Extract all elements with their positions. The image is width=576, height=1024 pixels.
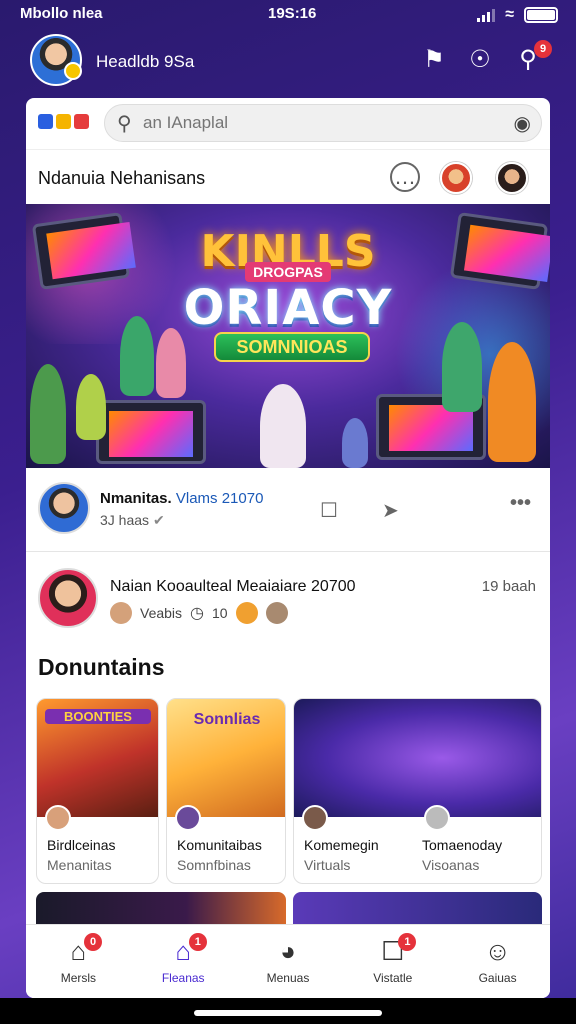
tile-image: Sonnlias <box>167 699 285 817</box>
friend-avatar[interactable] <box>496 162 528 194</box>
avatar <box>302 805 328 831</box>
section-title: Donuntains <box>38 654 165 680</box>
post-time: 19 baah <box>481 578 536 595</box>
clock-icon: ◷ <box>190 605 205 622</box>
person-figure <box>488 342 536 462</box>
tile-peek[interactable] <box>36 892 286 924</box>
tile-peek[interactable] <box>293 892 542 924</box>
banner-subtitle: DROGPAS <box>26 262 550 282</box>
community-tile[interactable]: BOONTIES Birdlceinas Menanitas <box>36 698 159 884</box>
avatar[interactable] <box>38 482 90 534</box>
post-author: Naian Kooaulteal Meaiaiare 20700 <box>110 578 356 595</box>
banner-badge: SOMNNIOAS <box>214 332 370 362</box>
post-author: Nmanitas. Vlams 21070 <box>100 490 264 507</box>
tile-subtitle: Menanitas <box>47 857 112 873</box>
top-bar: Headldb 9Sa ⚑ ☉ ⚲ 9 <box>0 30 576 92</box>
nav-item-feed[interactable]: ⌂ Fleanas 1 <box>131 925 236 998</box>
camera-icon[interactable]: ◉ <box>514 111 531 136</box>
chat-icon[interactable]: … <box>390 162 420 192</box>
status-bar: Mbollo nlea 19S:16 ≈ <box>0 0 576 28</box>
chat-icon: ☐ <box>381 936 405 966</box>
tile-title: Tomaenoday <box>422 837 503 853</box>
wifi-icon: ≈ <box>505 6 514 23</box>
tile-subtitle: Virtuals <box>304 857 351 873</box>
battery-icon <box>524 7 558 23</box>
home-icon: ⌂ <box>70 936 87 966</box>
nav-badge: 0 <box>84 933 102 951</box>
tile-image <box>294 699 541 817</box>
house-icon: ⌂ <box>175 936 192 966</box>
avatar[interactable] <box>30 34 82 86</box>
flag-icon[interactable]: ⚑ <box>420 46 448 74</box>
avatar <box>424 805 450 831</box>
post-meta-row: Veabis ◷ 10 <box>110 602 288 624</box>
carrier-text: Mbollo nlea <box>20 5 103 22</box>
post-item[interactable]: Nmanitas. Vlams 21070 3J haas ✔ ☐ ➤ ••• <box>26 468 550 552</box>
compass-icon[interactable]: ☉ <box>466 46 494 74</box>
search-icon: ⚲ <box>117 113 132 135</box>
signal-icon <box>477 8 496 22</box>
home-indicator-bar <box>0 998 576 1024</box>
community-tile[interactable]: Sonnlias Komunitaibas Somnfbinas <box>166 698 286 884</box>
home-indicator[interactable] <box>194 1010 382 1016</box>
nav-item-chat[interactable]: ☐ Vistatle 1 <box>340 925 445 998</box>
feed-header: Ndanuia Nehanisans … <box>26 154 550 202</box>
tile-title: Komemegin <box>304 837 379 853</box>
clock: 19S:16 <box>268 5 317 22</box>
search-input[interactable] <box>143 113 483 133</box>
friend-avatar[interactable] <box>440 162 472 194</box>
avatar[interactable] <box>38 568 98 628</box>
person-figure <box>120 316 154 396</box>
verified-icon: ✔ <box>152 512 165 528</box>
bottom-nav: ⌂ Mersls 0 ⌂ Fleanas 1 ◕ Menuas ☐ Vistat… <box>26 924 550 998</box>
person-figure <box>76 374 106 440</box>
post-item[interactable]: Naian Kooaulteal Meaiaiare 20700 19 baah… <box>26 554 550 644</box>
person-figure <box>442 322 482 412</box>
share-icon[interactable]: ➤ <box>382 498 399 523</box>
person-figure <box>30 364 66 464</box>
main-card: ⚲ ◉ Ndanuia Nehanisans … KINLLS DROGPAS … <box>26 98 550 998</box>
nav-item-home[interactable]: ⌂ Mersls 0 <box>26 925 131 998</box>
search-bar[interactable]: ⚲ ◉ <box>104 104 542 142</box>
arcade-machine <box>96 400 206 464</box>
community-tile[interactable]: Komemegin Virtuals Tomaenoday Visoanas <box>293 698 542 884</box>
avatar <box>110 602 132 624</box>
hero-banner[interactable]: KINLLS DROGPAS ORIACY SOMNNIOAS <box>26 204 550 468</box>
username: Headldb 9Sa <box>96 52 195 71</box>
profile-icon: ☺ <box>484 936 511 966</box>
post-count: 10 <box>212 605 228 621</box>
tile-image: BOONTIES <box>37 699 158 817</box>
person-figure <box>342 418 368 468</box>
avatar <box>45 805 71 831</box>
app-logo[interactable] <box>38 114 89 129</box>
post-meta: Veabis <box>140 605 183 621</box>
tile-title: Komunitaibas <box>177 837 262 853</box>
nav-item-games[interactable]: ◕ Menuas <box>236 925 341 998</box>
more-options-icon[interactable]: ••• <box>510 492 531 515</box>
tile-title: Birdlceinas <box>47 837 116 853</box>
nav-badge: 1 <box>188 933 207 951</box>
person-figure <box>156 328 186 398</box>
avatar <box>175 805 201 831</box>
avatar <box>265 602 288 624</box>
game-icon: ◕ <box>280 936 296 966</box>
search-row: ⚲ ◉ <box>26 98 550 150</box>
tile-subtitle: Visoanas <box>422 857 480 873</box>
comment-icon[interactable]: ☐ <box>320 498 338 523</box>
post-meta: 3J haas ✔ <box>100 512 165 528</box>
person-figure <box>260 384 306 468</box>
avatar <box>235 602 258 624</box>
notification-badge: 9 <box>534 40 552 58</box>
status-icons: ≈ <box>477 6 558 24</box>
nav-item-profile[interactable]: ☺ Gaiuas <box>445 925 550 998</box>
tile-subtitle: Somnfbinas <box>177 857 251 873</box>
feed-title: Ndanuia Nehanisans <box>38 168 206 188</box>
